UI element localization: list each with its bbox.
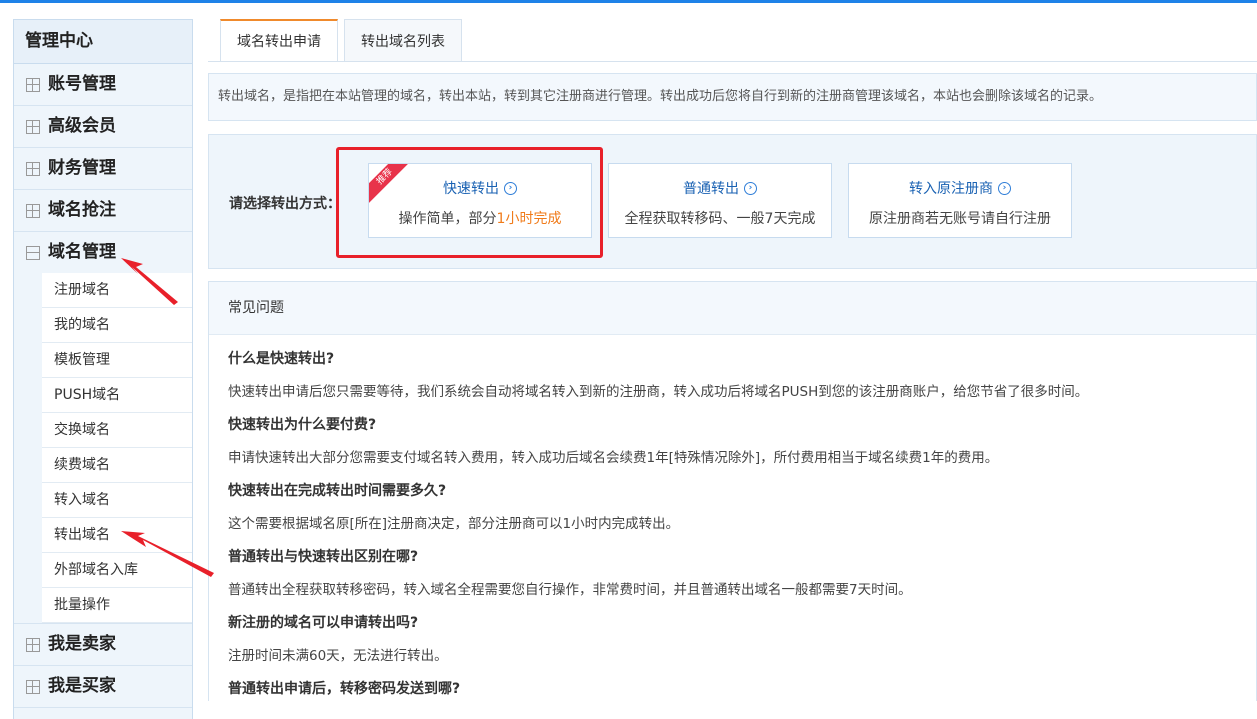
sidebar-group-vip[interactable]: 高级会员 [14,106,192,148]
option-desc: 原注册商若无账号请自行注册 [869,211,1051,227]
sidebar-group-label: 我是买家 [48,676,116,696]
sidebar-group-seller[interactable]: 我是卖家 [14,623,192,666]
transfer-method-label: 请选择转出方式： [229,196,341,212]
sidebar-group-label: 域名抢注 [48,200,116,220]
top-accent-bar [0,0,1257,3]
sidebar-item-batch-operations[interactable]: 批量操作 [42,588,192,623]
faq-section: 常见问题 什么是快速转出? 快速转出申请后您只需要等待，我们系统会自动将域名转入… [208,281,1257,701]
faq-question: 新注册的域名可以申请转出吗? [228,615,419,631]
sidebar-item-external-import[interactable]: 外部域名入库 [42,553,192,588]
sidebar-item-transfer-in[interactable]: 转入域名 [42,483,192,518]
expand-plus-icon [26,161,40,176]
option-desc-text: 操作简单，部分 [398,211,497,227]
arrow-right-circle-icon: › [998,181,1011,195]
option-normal-transfer[interactable]: 普通转出 › 全程获取转移码、一般7天完成 [608,163,832,238]
option-title-text: 普通转出 [683,181,739,197]
sidebar-item-my-domains[interactable]: 我的域名 [42,308,192,343]
sidebar: 管理中心 账号管理 高级会员 财务管理 域名抢注 域名管理 注册域名 我的域名 … [13,19,193,719]
faq-answer: 这个需要根据域名原[所在]注册商决定，部分注册商可以1小时内完成转出。 [228,516,680,532]
option-title: 普通转出 › [609,178,831,198]
notice-text: 转出域名，是指把在本站管理的域名，转出本站，转到其它注册商进行管理。转出成功后您… [208,73,1257,121]
sidebar-item-register-domain[interactable]: 注册域名 [42,273,192,308]
option-original-registrar[interactable]: 转入原注册商 › 原注册商若无账号请自行注册 [848,163,1072,238]
option-desc-highlight: 1小时完成 [496,211,562,227]
sidebar-group-domain-snatch[interactable]: 域名抢注 [14,190,192,232]
expand-plus-icon [26,119,40,134]
sidebar-group-label: 高级会员 [48,116,116,136]
sidebar-group-finance[interactable]: 财务管理 [14,148,192,190]
arrow-right-circle-icon: › [744,181,757,195]
sidebar-group-label: 我是卖家 [48,634,116,654]
expand-plus-icon [26,203,40,218]
faq-answer: 普通转出全程获取转移密码，转入域名全程需要您自行操作，非常费时间，并且普通转出域… [228,582,912,598]
option-title-text: 转入原注册商 [909,181,993,197]
sidebar-item-transfer-out[interactable]: 转出域名 [42,518,192,553]
sidebar-group-domain-management[interactable]: 域名管理 [14,232,192,273]
faq-answer: 快速转出申请后您只需要等待，我们系统会自动将域名转入到新的注册商，转入成功后将域… [228,384,1089,400]
expand-plus-icon [26,77,40,92]
faq-question: 快速转出在完成转出时间需要多久? [228,483,447,499]
expand-plus-icon [26,637,40,652]
expand-plus-icon [26,679,40,694]
sidebar-title: 管理中心 [14,20,192,64]
option-desc: 全程获取转移码、一般7天完成 [624,211,816,227]
faq-answer: 注册时间未满60天，无法进行转出。 [228,648,448,664]
faq-answer: 申请快速转出大部分您需要支付域名转入费用，转入成功后域名会续费1年[特殊情况除外… [228,450,999,466]
faq-question: 快速转出为什么要付费? [228,417,377,433]
sidebar-item-exchange-domain[interactable]: 交换域名 [42,413,192,448]
tab-transfer-out-request[interactable]: 域名转出申请 [220,19,338,61]
sidebar-group-label: 域名管理 [48,242,116,262]
option-title-text: 快速转出 [443,181,499,197]
faq-question: 普通转出申请后，转移密码发送到哪? [228,681,461,697]
faq-question: 普通转出与快速转出区别在哪? [228,549,419,565]
tab-bar: 域名转出申请 转出域名列表 [220,19,468,61]
faq-header: 常见问题 [209,282,1256,335]
sidebar-submenu: 注册域名 我的域名 模板管理 PUSH域名 交换域名 续费域名 转入域名 转出域… [42,273,192,623]
option-desc: 操作简单，部分1小时完成 [369,208,591,228]
option-title: 转入原注册商 › [849,178,1071,198]
sidebar-group-label: 账号管理 [48,74,116,94]
sidebar-group-buyer[interactable]: 我是买家 [14,666,192,708]
sidebar-item-push-domain[interactable]: PUSH域名 [42,378,192,413]
faq-question: 什么是快速转出? [228,351,335,367]
sidebar-group-account[interactable]: 账号管理 [14,64,192,106]
faq-body: 什么是快速转出? 快速转出申请后您只需要等待，我们系统会自动将域名转入到新的注册… [209,335,1256,706]
collapse-minus-icon [26,245,40,260]
sidebar-item-renew-domain[interactable]: 续费域名 [42,448,192,483]
tab-transfer-out-list[interactable]: 转出域名列表 [344,19,462,61]
option-title: 快速转出 › [369,178,591,198]
main-content: 域名转出申请 转出域名列表 转出域名，是指把在本站管理的域名，转出本站，转到其它… [208,19,1257,701]
transfer-method-panel: 请选择转出方式： 推荐 快速转出 › 操作简单，部分1小时完成 普通转出 › 全… [208,134,1257,269]
sidebar-group-label: 财务管理 [48,158,116,178]
sidebar-item-templates[interactable]: 模板管理 [42,343,192,378]
arrow-right-circle-icon: › [504,181,517,195]
option-fast-transfer[interactable]: 推荐 快速转出 › 操作简单，部分1小时完成 [368,163,592,238]
